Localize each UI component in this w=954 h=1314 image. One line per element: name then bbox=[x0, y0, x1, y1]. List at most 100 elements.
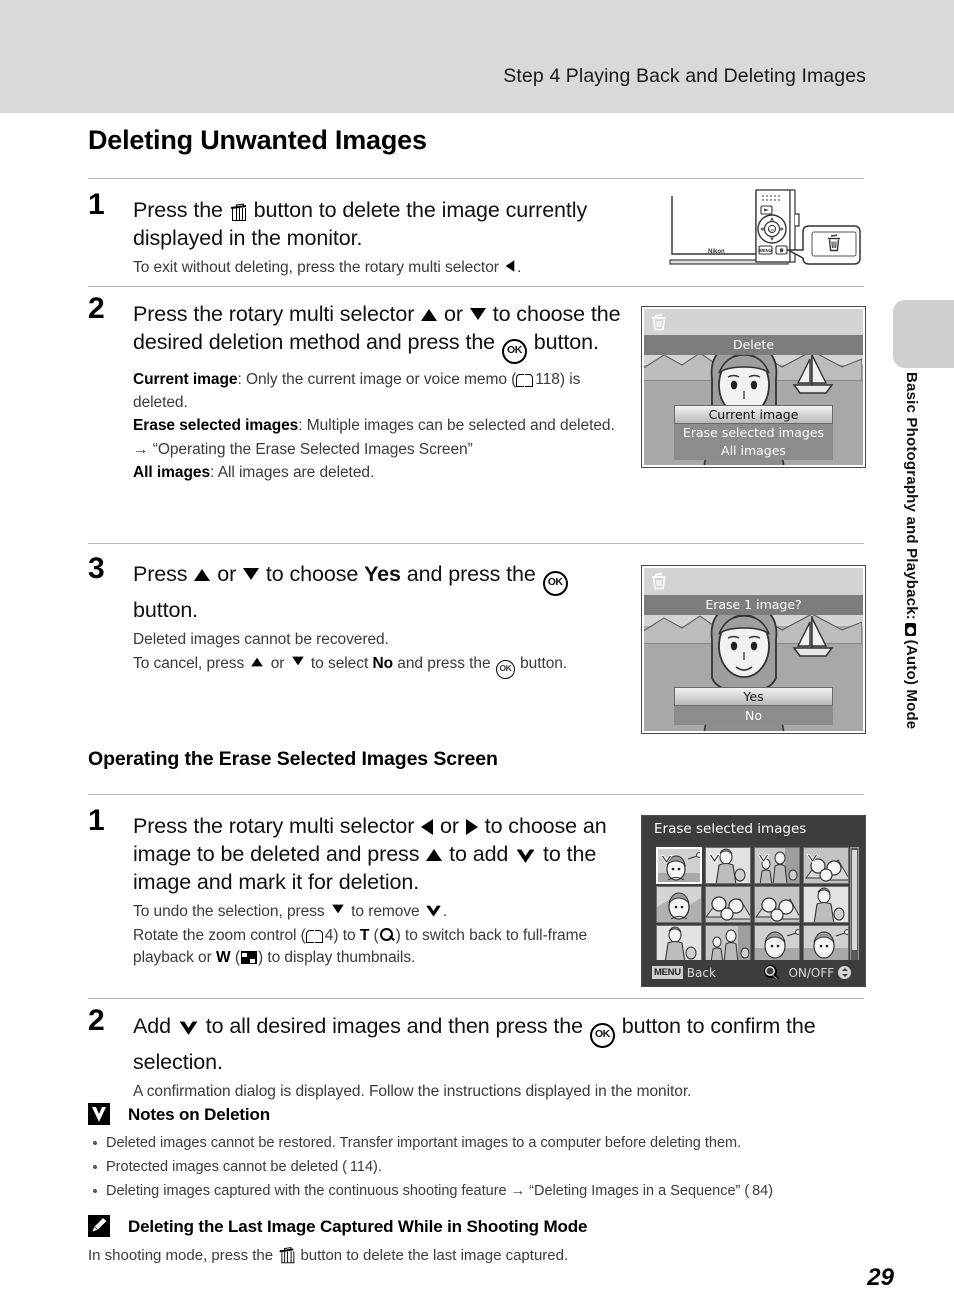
caution-icon bbox=[88, 1103, 110, 1125]
step-2-note3-a: : All images are deleted. bbox=[210, 464, 375, 481]
step-2-note0-a: : Only the current image or voice memo ( bbox=[237, 371, 517, 388]
ok-button-icon: OK bbox=[495, 659, 515, 679]
lcd-menu-item-all-images[interactable]: All images bbox=[674, 442, 833, 460]
check-mark-icon bbox=[660, 850, 673, 869]
ok-button-icon: OK bbox=[589, 1023, 615, 1048]
running-header-title: Step 4 Playing Back and Deleting Images bbox=[503, 65, 866, 87]
step-2-note-erase-selected: Erase selected images: Multiple images c… bbox=[133, 415, 628, 438]
trash-icon bbox=[230, 202, 247, 221]
triangle-left-icon bbox=[421, 819, 434, 835]
step-3-yes-label: Yes bbox=[364, 562, 401, 586]
sub1-lead-c: to add bbox=[443, 842, 515, 866]
footer-right-group: ON/OFF bbox=[763, 960, 855, 986]
step-number: 2 bbox=[88, 1004, 105, 1037]
triangle-down-icon bbox=[469, 308, 486, 320]
list-item: Protected images cannot be deleted ( 114… bbox=[90, 1155, 880, 1179]
step-3-lead-d: button. bbox=[133, 598, 199, 622]
lcd-trash-icon bbox=[650, 312, 668, 335]
step-number: 1 bbox=[88, 188, 105, 221]
page-number: 29 bbox=[867, 1264, 894, 1291]
triangle-up-icon bbox=[421, 309, 438, 321]
lcd-delete-menu: Delete Current image Erase selected imag… bbox=[641, 306, 866, 468]
triangle-down-icon bbox=[243, 568, 260, 580]
step-1-note: To exit without deleting, press the rota… bbox=[133, 257, 648, 280]
ok-button-icon: OK bbox=[542, 571, 568, 596]
thumbnail-cell[interactable] bbox=[656, 886, 702, 923]
step-3-lead-b: to choose bbox=[260, 562, 365, 586]
divider-sub-step1 bbox=[88, 794, 864, 795]
step-3-note-2: To cancel, press or to select No and pre… bbox=[133, 653, 628, 679]
sub-step-2-lead: Add to all desired images and then press… bbox=[133, 1012, 868, 1076]
step-3-note2-b: or bbox=[266, 654, 289, 672]
check-mark-icon bbox=[757, 849, 770, 868]
thumbnail-cell[interactable] bbox=[705, 847, 751, 884]
triangle-down-icon bbox=[332, 904, 344, 914]
lcd-thumbs-footer: MENU Back ON/OFF bbox=[642, 960, 865, 986]
sub2-lead-b: to all desired images and then press the bbox=[199, 1014, 589, 1038]
divider-step3 bbox=[88, 543, 864, 544]
thumbnail-cell[interactable] bbox=[803, 925, 849, 962]
check-mark-icon bbox=[516, 848, 535, 864]
thumbnail-cell[interactable] bbox=[656, 847, 702, 884]
step-1-note-b: . bbox=[517, 259, 522, 276]
updown-toggle-icon bbox=[838, 966, 851, 979]
last-image-body-b: button to delete the last image captured… bbox=[296, 1247, 569, 1264]
thumbnail-cell[interactable] bbox=[656, 925, 702, 962]
magnifier-icon bbox=[379, 927, 395, 943]
step-3-note2-e: button. bbox=[515, 654, 568, 672]
sub-step-1-lead: Press the rotary multi selector or to ch… bbox=[133, 812, 628, 896]
triangle-up-icon bbox=[251, 657, 264, 666]
step-1-lead-a: Press the bbox=[133, 198, 229, 222]
thumbnail-cell[interactable] bbox=[803, 886, 849, 923]
svg-text:OK: OK bbox=[769, 228, 775, 233]
step-2-note1-a: : Multiple images can be selected and de… bbox=[298, 417, 615, 434]
thumbnail-cell[interactable] bbox=[754, 847, 800, 884]
sub1-note1-c: . bbox=[442, 903, 448, 920]
lcd-trash-icon bbox=[650, 571, 668, 594]
notes-deletion-list: Deleted images cannot be restored. Trans… bbox=[90, 1131, 880, 1203]
step-3-lead: Press or to choose Yes and press the OK … bbox=[133, 560, 628, 624]
step-2-note-all-images: All images: All images are deleted. bbox=[133, 462, 628, 485]
menu-button-chip[interactable]: MENU bbox=[652, 966, 683, 979]
lcd-confirm-yes[interactable]: Yes bbox=[674, 687, 833, 706]
triangle-up-icon bbox=[194, 569, 211, 581]
step-2-note-arrow: → “Operating the Erase Selected Images S… bbox=[133, 440, 473, 458]
step-3-lead-a: Press bbox=[133, 562, 194, 586]
ok-button-icon: OK bbox=[501, 339, 527, 364]
lcd-delete-menu-title: Delete bbox=[642, 335, 865, 355]
lcd-menu-item-erase-selected[interactable]: Erase selected images bbox=[674, 424, 833, 442]
last-image-note-body: In shooting mode, press the button to de… bbox=[88, 1246, 568, 1264]
footer-back-label: Back bbox=[686, 966, 716, 980]
lcd-thumbnail-grid bbox=[642, 843, 865, 962]
step-1-lead: Press the button to delete the image cur… bbox=[133, 196, 648, 252]
camera-back-illustration: Nikon OK MENU bbox=[668, 188, 864, 280]
lcd-menu-item-current-image[interactable]: Current image bbox=[674, 405, 833, 424]
thumbnail-cell[interactable] bbox=[803, 847, 849, 884]
grid-scrollbar[interactable] bbox=[850, 847, 859, 962]
bullet-text: Protected images cannot be deleted ( 114… bbox=[106, 1159, 382, 1175]
thumbnail-cell[interactable] bbox=[754, 886, 800, 923]
thumbnail-cell[interactable] bbox=[705, 925, 751, 962]
chapter-tab-label: Basic Photography and Playback: (Auto) M… bbox=[886, 372, 920, 932]
step-3-note2-a: To cancel, press bbox=[133, 654, 249, 672]
step-number: 1 bbox=[88, 804, 105, 837]
chapter-label-before: Basic Photography and Playback: bbox=[903, 372, 920, 625]
sub-step-2-note: A confirmation dialog is displayed. Foll… bbox=[133, 1083, 692, 1100]
step-2-note0-ref: 118 bbox=[535, 371, 560, 388]
sub1-lead-a: Press the rotary multi selector bbox=[133, 814, 421, 838]
thumbnail-view-icon bbox=[240, 951, 257, 964]
sub1-note2-f: ) to display thumbnails. bbox=[257, 949, 416, 966]
thumbnail-cell[interactable] bbox=[705, 886, 751, 923]
list-item: Deleting images captured with the contin… bbox=[90, 1179, 880, 1203]
last-image-body-a: In shooting mode, press the bbox=[88, 1247, 278, 1264]
lcd-confirm-no[interactable]: No bbox=[674, 706, 833, 725]
sub-step-1-note-2: Rotate the zoom control (4) to T () to s… bbox=[133, 925, 628, 970]
divider-step2 bbox=[88, 286, 864, 287]
thumbnail-cell[interactable] bbox=[754, 925, 800, 962]
book-reference-icon bbox=[516, 373, 534, 387]
step-1-sub: 1 Press the rotary multi selector or to … bbox=[88, 806, 628, 970]
term-erase-selected: Erase selected images bbox=[133, 417, 299, 434]
divider-sub-step2 bbox=[88, 998, 864, 999]
magnifier-icon[interactable] bbox=[763, 965, 779, 980]
notes-deletion-heading: Notes on Deletion bbox=[128, 1105, 270, 1124]
